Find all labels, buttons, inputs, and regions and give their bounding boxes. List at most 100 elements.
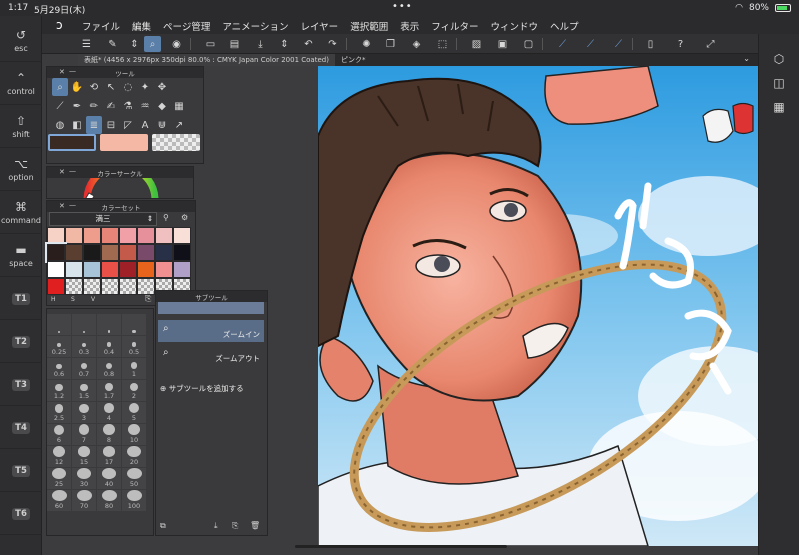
settings-icon[interactable]: ⚙ xyxy=(181,213,188,222)
color-swatch[interactable] xyxy=(137,227,155,244)
brush-size-cell[interactable]: 20 xyxy=(122,446,146,467)
download-icon[interactable]: ⤓ xyxy=(214,521,218,531)
zoom-tool-icon[interactable]: ⌕ xyxy=(144,36,161,52)
brush-size-cell[interactable]: 80 xyxy=(97,490,121,511)
transform-icon[interactable]: ⬚ xyxy=(434,36,451,52)
fullscreen-icon[interactable]: ⤢ xyxy=(702,36,719,52)
control-key[interactable]: ⌃ control xyxy=(0,63,42,105)
brush-size-cell[interactable]: 10 xyxy=(122,424,146,445)
menu-edit[interactable]: 編集 xyxy=(132,19,151,33)
color-swatch[interactable] xyxy=(83,278,101,295)
rotate-icon[interactable]: ⟲ xyxy=(86,78,102,96)
color-swatch[interactable] xyxy=(155,227,173,244)
option-key[interactable]: ⌥ option xyxy=(0,149,42,191)
color-swatch[interactable] xyxy=(155,244,173,261)
brush-size-cell[interactable]: 8 xyxy=(97,424,121,445)
brush-size-cell[interactable]: 1 xyxy=(122,358,146,379)
brush-size-cell[interactable]: 2 xyxy=(122,380,146,401)
magic-wand-icon[interactable]: ✦ xyxy=(137,78,153,96)
brush-size-cell[interactable]: 0.25 xyxy=(47,336,71,357)
color-swatch[interactable] xyxy=(47,278,65,295)
add-color-icon[interactable]: ⎘ xyxy=(145,294,151,304)
t6-key[interactable]: T6 xyxy=(0,493,42,535)
chevron-down-icon[interactable]: ⌄ xyxy=(743,54,750,63)
color-swatch[interactable] xyxy=(101,278,119,295)
brush-size-cell[interactable]: 1.2 xyxy=(47,380,71,401)
pen-icon[interactable]: ✒ xyxy=(69,97,85,115)
color-swatch[interactable] xyxy=(65,261,83,278)
figure-icon[interactable]: ≣ xyxy=(86,116,102,134)
space-key[interactable]: ▬ space xyxy=(0,235,42,277)
multitasking-dots[interactable]: ••• xyxy=(392,1,413,12)
horizontal-scrollbar[interactable] xyxy=(295,545,507,548)
brush-size-cell[interactable]: 0.6 xyxy=(47,358,71,379)
color-swatch[interactable] xyxy=(83,261,101,278)
chevron-updown-icon-2[interactable]: ⇕ xyxy=(276,36,293,52)
balloon-icon[interactable]: ⋓ xyxy=(154,116,170,134)
menu-file[interactable]: ファイル xyxy=(82,19,120,33)
redo-icon[interactable]: ↷ xyxy=(324,36,341,52)
color-swatch[interactable] xyxy=(119,227,137,244)
menu-icon[interactable]: ☰ xyxy=(78,36,95,52)
help-icon[interactable]: ? xyxy=(672,36,689,52)
move-icon[interactable]: ✥ xyxy=(154,78,170,96)
stabilizer-1-icon[interactable]: ⟋ xyxy=(554,36,571,52)
t5-key[interactable]: T5 xyxy=(0,450,42,492)
brush-size-cell[interactable]: 1.5 xyxy=(72,380,96,401)
fill-icon[interactable]: ◈ xyxy=(408,36,425,52)
color-swatch[interactable] xyxy=(173,261,191,278)
add-subtool-button[interactable]: ⊕ サブツールを追加する xyxy=(160,383,244,394)
color-swatch[interactable] xyxy=(65,278,83,295)
brush-size-cell[interactable]: 50 xyxy=(122,468,146,489)
operation-icon[interactable]: ↖ xyxy=(103,78,119,96)
menu-help[interactable]: ヘルプ xyxy=(550,19,579,33)
color-swatch[interactable] xyxy=(83,227,101,244)
menu-selection[interactable]: 選択範囲 xyxy=(350,19,388,33)
color-swatch[interactable] xyxy=(47,261,65,278)
airbrush-icon[interactable]: ⚗ xyxy=(120,97,136,115)
brush-size-cell[interactable] xyxy=(47,314,71,335)
correct-line-icon[interactable]: ↗ xyxy=(171,116,187,134)
color-swatch[interactable] xyxy=(119,244,137,261)
brush-size-cell[interactable] xyxy=(122,314,146,335)
color-swatch[interactable] xyxy=(45,242,67,263)
copy-icon[interactable]: ❐ xyxy=(382,36,399,52)
color-swatch[interactable] xyxy=(137,261,155,278)
hand-icon[interactable]: ✋ xyxy=(69,78,85,96)
color-swatch[interactable] xyxy=(137,244,155,261)
clear-selection-icon[interactable]: ▨ xyxy=(468,36,485,52)
t3-key[interactable]: T3 xyxy=(0,364,42,406)
materials-icon[interactable]: ⬡ xyxy=(771,52,787,68)
brush-icon[interactable]: ✍ xyxy=(103,97,119,115)
selection-icon[interactable]: ▢ xyxy=(520,36,537,52)
app-logo-icon[interactable]: ↄ xyxy=(56,18,63,32)
zoom-icon[interactable]: ⌕ xyxy=(52,78,68,96)
brush-size-cell[interactable]: 0.8 xyxy=(97,358,121,379)
color-swatch[interactable] xyxy=(155,261,173,278)
color-swatch[interactable] xyxy=(101,244,119,261)
brush-size-cell[interactable]: 30 xyxy=(72,468,96,489)
color-swatch[interactable] xyxy=(173,227,191,244)
subtool-group-tab[interactable] xyxy=(158,302,264,314)
stabilizer-2-icon[interactable]: ⟋ xyxy=(582,36,599,52)
copy-subtool-icon[interactable]: ⧉ xyxy=(160,521,166,531)
save-icon[interactable]: ⤓ xyxy=(252,36,269,52)
chevron-updown-icon[interactable]: ⇕ xyxy=(126,36,143,52)
layers-icon[interactable]: ◫ xyxy=(771,76,787,92)
menu-page[interactable]: ページ管理 xyxy=(163,19,210,33)
color-swatch[interactable] xyxy=(101,261,119,278)
ruler-icon[interactable]: ◸ xyxy=(120,116,136,134)
brush-size-cell[interactable]: 0.5 xyxy=(122,336,146,357)
companion-icon[interactable]: ◉ xyxy=(168,36,185,52)
hsv-s-label[interactable]: S xyxy=(71,296,75,303)
subtool-zoom-out[interactable]: ⌕ ズームアウト xyxy=(158,344,264,366)
illustration-canvas[interactable] xyxy=(318,66,758,546)
color-wheel[interactable] xyxy=(47,167,194,199)
delete-icon[interactable]: 🗑 xyxy=(250,521,260,530)
color-swatch[interactable] xyxy=(101,227,119,244)
menu-layer[interactable]: レイヤー xyxy=(300,19,338,33)
color-swatch[interactable] xyxy=(173,244,191,261)
document-tab-cover[interactable]: 表紙* (4456 x 2976px 350dpi 80.0% : CMYK J… xyxy=(78,54,335,66)
brush-size-cell[interactable]: 17 xyxy=(97,446,121,467)
edit-layer-icon[interactable]: ✎ xyxy=(104,36,121,52)
